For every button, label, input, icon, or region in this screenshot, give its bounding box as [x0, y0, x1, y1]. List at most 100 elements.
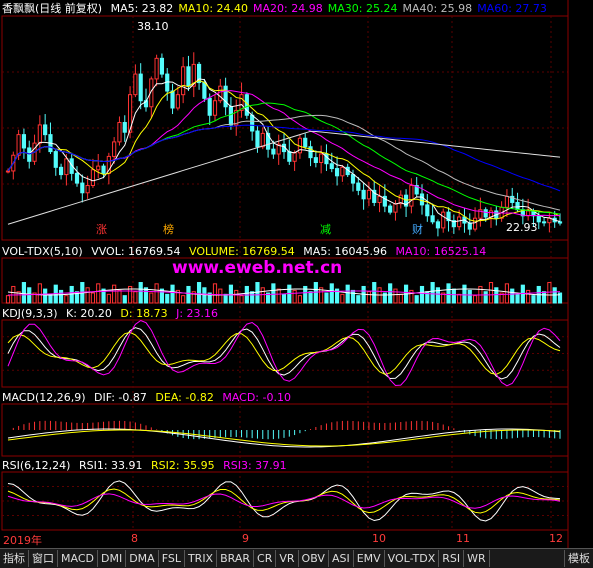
date-axis: 2019年 8 9 10 11 12: [0, 531, 593, 547]
volume-bar: [462, 284, 467, 304]
volume-bar: [239, 295, 244, 304]
volume-bar: [271, 283, 276, 304]
volume-bar: [526, 289, 531, 304]
volume-bar: [27, 287, 32, 304]
marker-zhang[interactable]: 涨: [96, 221, 107, 237]
candle: [250, 114, 255, 132]
tab-dma[interactable]: DMA: [126, 550, 159, 567]
date-label: 10: [372, 532, 386, 545]
volume-bar: [467, 289, 472, 304]
candle: [483, 209, 488, 218]
volume-bar: [510, 288, 515, 304]
volume-bar: [212, 283, 218, 304]
volume-bar: [149, 292, 154, 304]
candle: [53, 151, 58, 168]
tab-vr[interactable]: VR: [276, 550, 299, 567]
stock-chart[interactable]: [0, 0, 593, 567]
main-legend: 香飘飘(日线 前复权) MA5: 23.82 MA10: 24.40 MA20: 2…: [2, 2, 557, 16]
volume-bar: [292, 289, 297, 304]
volume-bar: [85, 287, 90, 304]
tab-brar[interactable]: BRAR: [217, 550, 255, 567]
volume-bar: [345, 284, 350, 304]
tab-asi[interactable]: ASI: [329, 550, 354, 567]
ma-legend-item: MA40: 25.98: [402, 2, 473, 15]
tab-trix[interactable]: TRIX: [185, 550, 218, 567]
candle: [5, 170, 11, 173]
volume-bar: [340, 293, 345, 304]
vol-ma10: MA10: 16525.14: [395, 245, 487, 258]
marker-cai[interactable]: 财: [412, 221, 423, 237]
volume-bar: [472, 295, 478, 304]
candle: [85, 185, 90, 194]
chart-title: 香飘飘(日线 前复权): [2, 2, 103, 15]
candle: [212, 100, 218, 116]
volume-bar: [234, 289, 239, 304]
volume-bar: [329, 283, 334, 304]
candle: [356, 182, 361, 191]
tab-rsi[interactable]: RSI: [439, 550, 465, 567]
candle: [43, 124, 48, 136]
macd-name: MACD(12,26,9): [2, 391, 86, 404]
candle: [117, 122, 122, 143]
ma-legend-item: MA20: 24.98: [253, 2, 323, 15]
candle: [515, 201, 520, 211]
candle: [377, 195, 382, 203]
volume-bar: [356, 295, 361, 304]
volume-bar: [372, 282, 377, 304]
volume-bar: [21, 282, 27, 304]
candle: [419, 193, 425, 206]
candle: [260, 132, 265, 148]
volume-bar: [154, 283, 159, 304]
tab-fsl[interactable]: FSL: [159, 550, 185, 567]
candle: [58, 166, 64, 176]
tab-wr[interactable]: WR: [464, 550, 490, 567]
candle: [287, 151, 292, 162]
tab-obv[interactable]: OBV: [299, 550, 329, 567]
tab-窗口[interactable]: 窗口: [29, 550, 58, 567]
candle: [74, 172, 80, 184]
rsi-3: RSI3: 37.91: [223, 459, 287, 472]
kdj-legend: KDJ(9,3,3) K: 20.20 D: 18.73 J: 23.16: [2, 307, 223, 321]
template-button[interactable]: 模板: [564, 550, 593, 567]
date-label: 2019年: [3, 534, 42, 547]
tab-emv[interactable]: EMV: [354, 550, 385, 567]
marker-jian[interactable]: 减: [320, 221, 331, 237]
candle: [441, 211, 446, 229]
candle: [271, 148, 276, 155]
high-price-label: 38.10: [137, 20, 169, 33]
volume-bar: [122, 295, 127, 304]
candle: [207, 97, 212, 116]
volume-bar: [547, 282, 552, 304]
candle: [435, 221, 441, 229]
tab-指标[interactable]: 指标: [0, 550, 29, 567]
volume-bar: [43, 288, 48, 304]
tab-macd[interactable]: MACD: [58, 550, 98, 567]
ma-legend-item: MA60: 27.73: [477, 2, 547, 15]
volume-bar: [90, 292, 96, 304]
indicator-tab-bar: 指标 窗口 MACD DMI DMA FSL TRIX BRAR CR VR OBV ASI EMV VO…: [0, 548, 593, 568]
tab-cr[interactable]: CR: [254, 550, 277, 567]
volume-bar: [281, 293, 287, 304]
tab-vol-tdx[interactable]: VOL-TDX: [385, 550, 440, 567]
volume-bar: [143, 287, 149, 304]
volume-bar: [393, 288, 398, 304]
rsi-legend: RSI(6,12,24) RSI1: 33.91 RSI2: 35.95 RSI…: [2, 459, 292, 473]
candle: [393, 203, 398, 213]
volume-bar: [138, 282, 143, 304]
candle: [223, 85, 228, 108]
candle: [37, 124, 42, 144]
volume-bar: [223, 293, 228, 304]
volume-bar: [96, 283, 101, 304]
volume-bar: [260, 287, 265, 304]
volume-bar: [112, 284, 117, 304]
tab-dmi[interactable]: DMI: [98, 550, 127, 567]
marker-bang[interactable]: 榜: [163, 221, 174, 237]
volume-bar: [170, 284, 175, 304]
candle: [175, 94, 180, 109]
volume-bar: [398, 293, 403, 304]
volume-bar: [446, 283, 451, 304]
candle: [457, 216, 462, 228]
candle: [255, 130, 260, 148]
volume-bar: [181, 295, 186, 304]
candle: [361, 189, 366, 200]
